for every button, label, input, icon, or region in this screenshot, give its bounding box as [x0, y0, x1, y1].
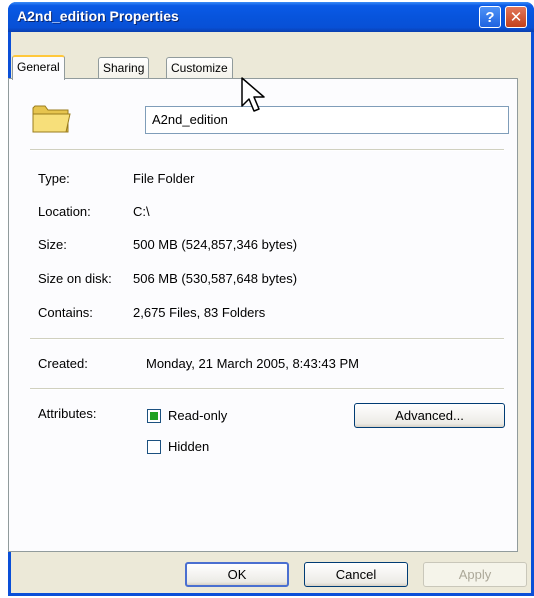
window-title: A2nd_edition Properties: [17, 8, 179, 24]
mouse-pointer-icon: [241, 77, 265, 112]
advanced-button[interactable]: Advanced...: [354, 403, 505, 428]
tab-sharing[interactable]: Sharing: [98, 57, 150, 78]
apply-button[interactable]: Apply: [423, 562, 527, 587]
cancel-button-label: Cancel: [335, 567, 377, 582]
ok-button[interactable]: OK: [185, 562, 289, 587]
tab-general[interactable]: General: [12, 55, 65, 80]
location-value: C:\: [133, 204, 150, 219]
folder-name-field[interactable]: A2nd_edition: [145, 106, 509, 134]
type-value: File Folder: [133, 171, 195, 186]
help-button[interactable]: ?: [479, 6, 501, 28]
size-value: 500 MB (524,857,346 bytes): [133, 237, 298, 252]
ok-button-label: OK: [227, 567, 247, 582]
folder-icon: [32, 105, 71, 133]
advanced-button-label: Advanced...: [395, 408, 464, 423]
size-label: Size:: [38, 237, 67, 252]
cancel-button[interactable]: Cancel: [304, 562, 408, 587]
close-icon: ✕: [509, 9, 523, 26]
close-button[interactable]: ✕: [505, 6, 527, 28]
attributes-label: Attributes:: [38, 406, 97, 421]
separator: [30, 338, 504, 340]
location-label: Location:: [38, 204, 91, 219]
help-icon: ?: [485, 8, 495, 26]
size-on-disk-value: 506 MB (530,587,648 bytes): [133, 271, 298, 286]
hidden-checkbox[interactable]: [147, 440, 161, 454]
tab-customize[interactable]: Customize: [166, 57, 233, 78]
created-label: Created:: [38, 356, 88, 371]
tab-customize-label: Customize: [171, 61, 228, 75]
type-label: Type:: [38, 171, 70, 186]
title-bar[interactable]: A2nd_edition Properties ? ✕: [8, 2, 534, 32]
contains-label: Contains:: [38, 305, 93, 320]
readonly-label[interactable]: Read-only: [168, 408, 227, 423]
size-on-disk-label: Size on disk:: [38, 271, 112, 286]
separator: [30, 388, 504, 390]
created-value: Monday, 21 March 2005, 8:43:43 PM: [146, 356, 359, 371]
tab-general-label: General: [17, 60, 60, 74]
hidden-label[interactable]: Hidden: [168, 439, 209, 454]
contains-value: 2,675 Files, 83 Folders: [133, 305, 266, 320]
readonly-checkbox[interactable]: [147, 409, 161, 423]
tab-sharing-label: Sharing: [103, 61, 145, 75]
separator: [30, 149, 504, 151]
apply-button-label: Apply: [458, 567, 492, 582]
